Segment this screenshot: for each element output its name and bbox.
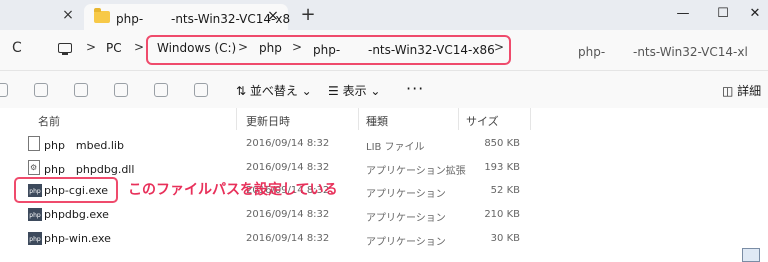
column-header-date[interactable]: 更新日時 — [246, 113, 290, 129]
command-bar: ⇅ 並べ替え ⌄ ☰ 表示 ⌄ ··· ◫ 詳細 — [0, 70, 768, 108]
file-row[interactable]: php php-win.exe 2016/09/14 8:32 アプリケーション… — [0, 227, 560, 251]
column-divider[interactable] — [458, 108, 459, 130]
sort-button[interactable]: ⇅ 並べ替え ⌄ — [236, 82, 312, 99]
breadcrumb-separator: > — [134, 40, 145, 54]
file-size: 850 KB — [484, 138, 520, 149]
window-close-button[interactable]: ✕ — [744, 3, 766, 25]
file-size: 52 KB — [490, 185, 520, 196]
file-date: 2016/09/14 8:32 — [246, 138, 330, 149]
maximize-button[interactable]: ☐ — [712, 3, 734, 25]
file-icon — [28, 136, 40, 151]
file-size: 30 KB — [490, 233, 520, 244]
paste-icon[interactable] — [74, 83, 88, 97]
annotation-label: このファイルパスを設定している — [128, 182, 338, 198]
file-date: 2016/09/14 8:32 — [246, 209, 330, 220]
file-row[interactable]: php phpdbg.exe 2016/09/14 8:32 アプリケーション … — [0, 203, 560, 227]
share-icon[interactable] — [154, 83, 168, 97]
column-divider[interactable] — [236, 108, 237, 130]
refresh-button[interactable]: C — [12, 40, 22, 56]
file-highlight-box — [14, 177, 118, 203]
column-header-size[interactable]: サイズ — [466, 113, 499, 129]
computer-icon — [58, 43, 72, 55]
delete-icon[interactable] — [194, 83, 208, 97]
previous-tab-close-button[interactable]: × — [58, 5, 78, 25]
breadcrumb-pc[interactable]: PC — [106, 41, 122, 55]
file-type: LIB ファイル — [366, 142, 425, 153]
copy-icon[interactable] — [34, 83, 48, 97]
php-exe-icon: php — [28, 208, 42, 221]
details-pane-button[interactable]: ◫ 詳細 — [722, 82, 761, 99]
file-name: php phpdbg.dll — [44, 163, 135, 176]
file-row[interactable]: php mbed.lib 2016/09/14 8:32 LIB ファイル 85… — [0, 132, 560, 156]
file-size: 210 KB — [484, 209, 520, 220]
search-input[interactable]: php- -nts-Win32-VC14-xl — [566, 35, 768, 65]
file-type: アプリケーション — [366, 237, 446, 248]
file-type: アプリケーション — [366, 213, 446, 224]
file-name: phpdbg.exe — [44, 208, 109, 221]
more-options-button[interactable]: ··· — [406, 79, 424, 98]
active-tab[interactable]: php- -nts-Win32-VC14-x8 × — [84, 4, 290, 30]
file-date: 2016/09/14 8:32 — [246, 162, 330, 173]
file-size: 193 KB — [484, 162, 520, 173]
file-date: 2016/09/14 8:32 — [246, 233, 330, 244]
address-row: C > PC > Windows (C:) > php > php- -nts-… — [0, 30, 768, 70]
tab-strip: × php- -nts-Win32-VC14-x8 × + — ☐ ✕ — [0, 0, 768, 30]
rename-icon[interactable] — [114, 83, 128, 97]
minimize-button[interactable]: — — [672, 3, 694, 25]
column-divider[interactable] — [358, 108, 359, 130]
column-header-type[interactable]: 種類 — [366, 113, 388, 129]
php-exe-icon: php — [28, 232, 42, 245]
column-divider[interactable] — [530, 108, 531, 130]
folder-icon — [94, 8, 110, 23]
file-type: アプリケーション — [366, 189, 446, 200]
breadcrumb-separator: > — [86, 40, 97, 54]
address-highlight-box — [146, 35, 511, 65]
tab-close-button[interactable]: × — [264, 7, 282, 25]
view-button[interactable]: ☰ 表示 ⌄ — [328, 82, 380, 99]
column-header-name[interactable]: 名前 — [38, 113, 60, 129]
file-name: php-win.exe — [44, 232, 111, 245]
cut-icon[interactable] — [0, 83, 8, 97]
details-view-icon[interactable] — [742, 248, 760, 262]
file-name: php mbed.lib — [44, 139, 124, 152]
new-tab-button[interactable]: + — [298, 5, 318, 25]
dll-file-icon — [28, 160, 40, 175]
